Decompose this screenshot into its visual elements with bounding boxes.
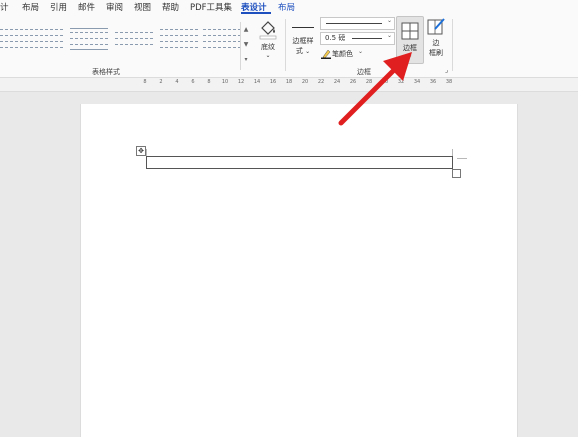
ruler-tick: 16 <box>269 79 277 85</box>
ruler-tick: 30 <box>381 79 389 85</box>
pen-weight-dropdown[interactable]: 0.5 磅 ⌄ <box>320 32 395 45</box>
tab-help[interactable]: 帮助 <box>162 1 179 13</box>
gallery-scroll[interactable]: ▲ ▼ ▾ <box>240 22 251 70</box>
horizontal-ruler[interactable]: 8 2 4 6 8 10 12 14 16 18 20 22 24 26 28 … <box>143 79 457 89</box>
tab-view[interactable]: 视图 <box>134 1 151 13</box>
table-styles-group-label: 表格样式 <box>92 68 120 76</box>
table-style-option[interactable] <box>115 26 153 52</box>
table-move-handle-icon[interactable]: ✥ <box>136 146 146 156</box>
ruler-tick: 36 <box>429 79 437 85</box>
ruler-tick: 38 <box>445 79 453 85</box>
chevron-down-icon: ⌄ <box>358 48 364 55</box>
table-resize-handle-icon[interactable] <box>452 169 461 178</box>
pen-weight-value: 0.5 磅 <box>325 34 346 42</box>
border-styles-label-line2: 式 <box>295 47 303 55</box>
table-style-option[interactable] <box>160 26 198 52</box>
dialog-launcher-icon[interactable]: ⌟ <box>445 66 448 74</box>
pen-color-label: 笔颜色 <box>332 50 353 58</box>
tab-table-layout[interactable]: 布局 <box>278 1 295 13</box>
pen-color-button[interactable]: 笔颜色 ⌄ <box>320 48 380 61</box>
ruler-tick: 12 <box>237 79 245 85</box>
ruler-tick: 22 <box>317 79 325 85</box>
tab-layout[interactable]: 布局 <box>22 1 39 13</box>
shading-bucket-icon <box>259 21 277 40</box>
chevron-down-icon: ⌄ <box>386 17 392 24</box>
chevron-down-icon: ⌄ <box>386 32 392 39</box>
ruler-tick: 28 <box>365 79 373 85</box>
ruler-tick: 14 <box>253 79 261 85</box>
group-divider <box>452 19 453 71</box>
ruler-tick: 8 <box>143 79 147 85</box>
borders-button[interactable]: 边框 ⌄ <box>396 16 424 64</box>
ruler-tick: 4 <box>175 79 179 85</box>
border-line-icon <box>292 27 314 28</box>
tab-design-partial[interactable]: 计 <box>0 1 9 13</box>
ruler-tick: 24 <box>333 79 341 85</box>
pen-style-dropdown[interactable]: ⌄ <box>320 17 395 30</box>
ruler-tick: 10 <box>221 79 229 85</box>
borders-icon <box>401 22 419 40</box>
ruler-tick: 18 <box>285 79 293 85</box>
chevron-down-icon: ⌄ <box>407 52 413 59</box>
shading-button[interactable]: 底纹 ⌄ <box>254 18 282 59</box>
crop-mark <box>457 158 467 159</box>
borders-group-label: 边框 <box>357 68 371 76</box>
table-style-option[interactable] <box>25 26 63 52</box>
table-style-option[interactable] <box>70 26 108 52</box>
tab-pdf-tools[interactable]: PDF工具集 <box>190 1 232 13</box>
pen-icon <box>321 49 331 59</box>
border-painter-label-line1: 边 <box>432 39 440 47</box>
border-styles-button[interactable]: 边框样 式 ⌄ <box>288 24 318 56</box>
document-page[interactable]: ✥ <box>80 104 518 437</box>
border-painter-icon <box>427 18 445 35</box>
ruler-tick: 20 <box>301 79 309 85</box>
gallery-down-icon[interactable]: ▼ <box>241 37 251 52</box>
shading-label: 底纹 <box>261 43 275 51</box>
gallery-more-icon[interactable]: ▾ <box>241 52 251 67</box>
ruler-tick: 2 <box>159 79 163 85</box>
border-painter-button[interactable]: 边 框刷 <box>425 18 447 58</box>
table-style-option[interactable] <box>203 26 241 52</box>
table-cell[interactable] <box>147 157 452 168</box>
ruler-tick: 32 <box>397 79 405 85</box>
gallery-up-icon[interactable]: ▲ <box>241 22 251 37</box>
border-painter-label-line2: 框刷 <box>429 49 443 57</box>
tab-mailings[interactable]: 邮件 <box>78 1 95 13</box>
ruler-tick: 34 <box>413 79 421 85</box>
ribbon: ▲ ▼ ▾ 表格样式 底纹 ⌄ 边框样 式 ⌄ ⌄ 0.5 磅 ⌄ 笔颜色 ⌄ … <box>0 14 578 78</box>
chevron-down-icon: ⌄ <box>305 48 311 55</box>
border-styles-label-line1: 边框样 <box>292 37 314 45</box>
ruler-tick: 8 <box>207 79 211 85</box>
ruler-tick: 26 <box>349 79 357 85</box>
ribbon-tab-bar: 计 布局 引用 邮件 审阅 视图 帮助 PDF工具集 表设计 布局 <box>0 0 578 14</box>
table[interactable] <box>146 156 453 169</box>
tab-review[interactable]: 审阅 <box>106 1 123 13</box>
ruler-tick: 6 <box>191 79 195 85</box>
group-divider <box>285 19 286 71</box>
tab-references[interactable]: 引用 <box>50 1 67 13</box>
chevron-down-icon: ⌄ <box>265 52 271 59</box>
